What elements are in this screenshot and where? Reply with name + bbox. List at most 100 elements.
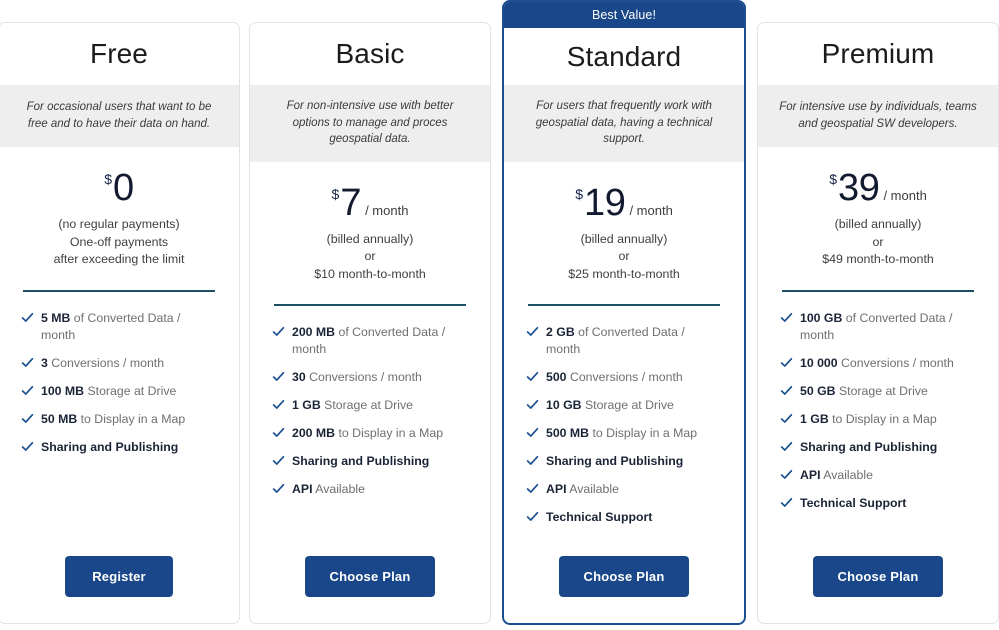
feature-text: 30 Conversions / month bbox=[292, 369, 422, 386]
check-icon bbox=[526, 426, 540, 440]
feature-text: 500 MB to Display in a Map bbox=[546, 425, 697, 442]
feature-value: 1 GB bbox=[800, 411, 829, 426]
pricing-card-list: Free For occasional users that want to be… bbox=[0, 0, 999, 630]
check-icon bbox=[526, 370, 540, 384]
feature-item: 1 GB to Display in a Map bbox=[780, 411, 976, 428]
feature-value: Technical Support bbox=[546, 510, 653, 524]
check-icon bbox=[780, 496, 794, 510]
plan-name-standard: Standard bbox=[566, 40, 682, 72]
cta-button-standard[interactable]: Choose Plan bbox=[559, 556, 689, 597]
check-icon bbox=[526, 325, 540, 339]
pricing-card-premium: Premium For intensive use by individuals,… bbox=[757, 22, 999, 624]
plan-description-free: For occasional users that want to be fre… bbox=[26, 101, 212, 130]
feature-value: 200 MB bbox=[292, 426, 336, 440]
feature-item: 50 MB to Display in a Map bbox=[21, 411, 217, 428]
feature-item: Sharing and Publishing bbox=[526, 453, 722, 470]
feature-text: Technical Support bbox=[546, 509, 652, 526]
price-currency-standard: $ bbox=[575, 185, 583, 202]
cta-container-premium: Choose Plan bbox=[758, 556, 998, 623]
cta-button-free[interactable]: Register bbox=[65, 556, 173, 597]
feature-item: API Available bbox=[780, 467, 976, 484]
cta-button-premium[interactable]: Choose Plan bbox=[813, 556, 943, 597]
feature-value: 10 GB bbox=[546, 398, 582, 412]
feature-item: 100 GB of Converted Data / month bbox=[780, 310, 976, 344]
billing-note-free: (no regular payments) One-off payments a… bbox=[53, 217, 185, 266]
check-icon bbox=[272, 370, 286, 384]
plan-name-basic: Basic bbox=[335, 38, 405, 69]
feature-label: Storage at Drive bbox=[84, 383, 177, 398]
check-icon bbox=[21, 412, 35, 426]
feature-label: Conversions / month bbox=[305, 370, 422, 384]
feature-text: Sharing and Publishing bbox=[41, 439, 178, 456]
pricing-card-free: Free For occasional users that want to be… bbox=[0, 22, 240, 624]
feature-list-premium: 100 GB of Converted Data / month 10 000 C… bbox=[758, 292, 998, 557]
feature-value: Sharing and Publishing bbox=[546, 454, 684, 468]
feature-value: API bbox=[292, 482, 313, 496]
pricing-table: Free For occasional users that want to be… bbox=[0, 0, 999, 630]
price-period-standard: / month bbox=[629, 202, 673, 218]
price-currency-free: $ bbox=[104, 171, 113, 187]
cta-container-free: Register bbox=[0, 556, 239, 623]
feature-text: 1 GB to Display in a Map bbox=[800, 411, 937, 428]
feature-label: Conversions / month bbox=[837, 355, 954, 370]
cta-button-basic[interactable]: Choose Plan bbox=[305, 556, 435, 597]
billing-note-premium: (billed annually) or $49 month-to-month bbox=[822, 217, 934, 266]
feature-value: Sharing and Publishing bbox=[41, 439, 179, 454]
price-amount-basic: 7 bbox=[340, 181, 362, 224]
feature-text: 1 GB Storage at Drive bbox=[292, 397, 413, 414]
price-currency-basic: $ bbox=[331, 185, 340, 202]
check-icon bbox=[272, 482, 286, 496]
feature-value: 50 GB bbox=[800, 383, 836, 398]
billing-note-standard: (billed annually) or $25 month-to-month bbox=[568, 231, 680, 281]
plan-name-container-basic: Basic bbox=[250, 23, 490, 85]
plan-description-standard: For users that frequently work with geos… bbox=[535, 100, 713, 145]
feature-list-free: 5 MB of Converted Data / month 3 Conversi… bbox=[0, 292, 239, 557]
feature-label: to Display in a Map bbox=[828, 411, 937, 426]
best-value-banner: Best Value! bbox=[504, 2, 744, 28]
feature-text: 10 000 Conversions / month bbox=[800, 355, 954, 372]
feature-label: Available bbox=[312, 482, 365, 496]
feature-item: 2 GB of Converted Data / month bbox=[526, 324, 722, 358]
plan-name-free: Free bbox=[90, 38, 148, 69]
feature-value: 1 GB bbox=[292, 398, 321, 412]
plan-name-container-standard: Standard bbox=[504, 28, 744, 85]
cta-container-standard: Choose Plan bbox=[504, 556, 744, 623]
price-line-standard: $19/ month bbox=[518, 184, 730, 222]
feature-value: API bbox=[800, 467, 821, 482]
check-icon bbox=[21, 440, 35, 454]
check-icon bbox=[526, 510, 540, 524]
feature-text: 2 GB of Converted Data / month bbox=[546, 324, 722, 358]
feature-value: 500 MB bbox=[546, 426, 590, 440]
pricing-card-basic: Basic For non-intensive use with better o… bbox=[249, 22, 491, 624]
plan-description-band-free: For occasional users that want to be fre… bbox=[0, 85, 239, 147]
feature-item: Sharing and Publishing bbox=[780, 439, 976, 456]
check-icon bbox=[272, 325, 286, 339]
feature-value: 30 bbox=[292, 370, 306, 384]
feature-list-standard: 2 GB of Converted Data / month 500 Conver… bbox=[504, 306, 744, 556]
feature-value: 10 000 bbox=[800, 355, 838, 370]
price-line-free: $0 bbox=[13, 169, 225, 207]
feature-item: 100 MB Storage at Drive bbox=[21, 383, 217, 400]
feature-item: 500 Conversions / month bbox=[526, 369, 722, 386]
check-icon bbox=[526, 482, 540, 496]
plan-description-band-basic: For non-intensive use with better option… bbox=[250, 85, 490, 162]
pricing-card-standard: Best Value! Standard For users that freque… bbox=[502, 0, 746, 625]
feature-label: to Display in a Map bbox=[77, 411, 186, 426]
feature-value: 500 bbox=[546, 370, 567, 384]
feature-text: Sharing and Publishing bbox=[292, 453, 429, 470]
price-line-basic: $7/ month bbox=[264, 184, 476, 222]
price-period-basic: / month bbox=[365, 202, 409, 218]
feature-text: 200 MB of Converted Data / month bbox=[292, 324, 468, 358]
feature-item: 3 Conversions / month bbox=[21, 355, 217, 372]
check-icon bbox=[272, 426, 286, 440]
feature-value: 50 MB bbox=[41, 411, 78, 426]
price-block-basic: $7/ month (billed annually) or $10 month-… bbox=[250, 162, 490, 284]
feature-text: 100 GB of Converted Data / month bbox=[800, 310, 976, 344]
check-icon bbox=[780, 311, 794, 325]
price-period-premium: / month bbox=[883, 188, 927, 203]
feature-label: Available bbox=[566, 482, 619, 496]
feature-value: 100 MB bbox=[41, 383, 85, 398]
feature-item: 30 Conversions / month bbox=[272, 369, 468, 386]
check-icon bbox=[780, 440, 794, 454]
feature-label: to Display in a Map bbox=[589, 426, 698, 440]
